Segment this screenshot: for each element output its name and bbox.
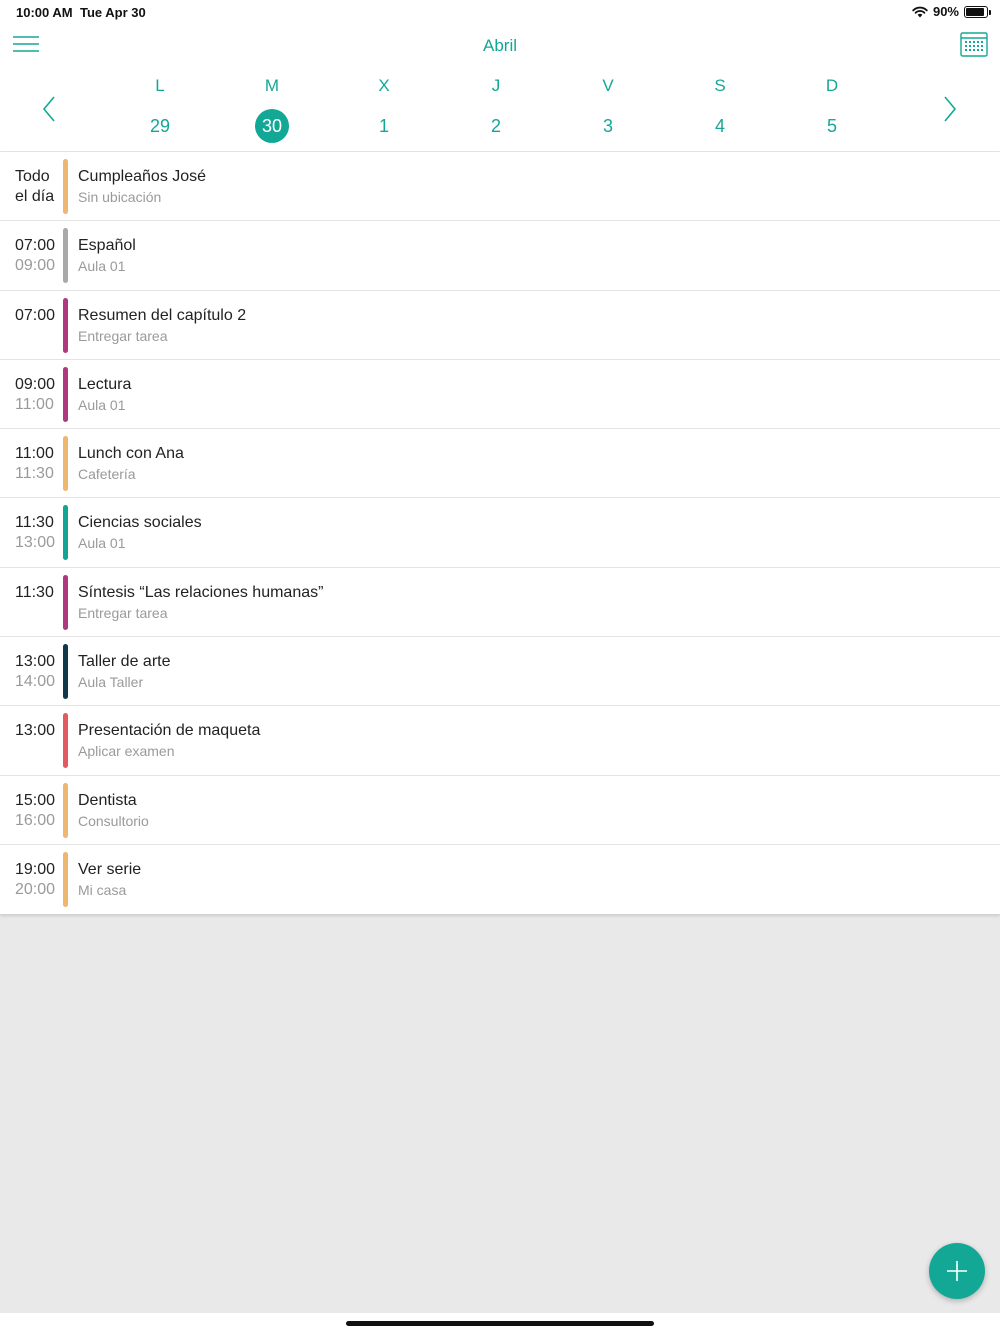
- day-number: 2: [490, 116, 501, 136]
- event-start-time: 11:00: [15, 445, 54, 463]
- event-subtitle: Entregar tarea: [78, 604, 168, 621]
- event-color-bar: [63, 297, 68, 353]
- event-start-time: 07:00: [15, 237, 56, 255]
- plus-icon: [947, 1261, 967, 1281]
- event-title: Dentista: [78, 791, 137, 809]
- event-color-bar: [63, 644, 68, 700]
- day-letter: S: [714, 76, 726, 95]
- event-color-bar: [63, 159, 68, 214]
- event-color-bar: [63, 436, 68, 492]
- event-row[interactable]: 09:00 11:00 Lectura Aula 01: [0, 360, 1000, 430]
- event-title: Ver serie: [78, 860, 142, 878]
- day-number: 4: [714, 116, 725, 136]
- event-row[interactable]: 11:00 11:30 Lunch con Ana Cafetería: [0, 429, 1000, 499]
- event-subtitle: Entregar tarea: [78, 327, 168, 344]
- event-start-time: 15:00: [15, 791, 56, 809]
- add-event-button[interactable]: [929, 1243, 985, 1299]
- event-subtitle: Aula Taller: [78, 674, 144, 691]
- event-start-time: 07:00: [15, 306, 56, 324]
- event-row[interactable]: Todo el día Cumpleaños José Sin ubicación: [0, 152, 1000, 222]
- event-title: Presentación de maqueta: [78, 722, 261, 740]
- top-area: 10:00 AM Tue Apr 30 90% Abril L 29 M 30 …: [0, 0, 1000, 152]
- event-end-time: 13:00: [15, 534, 56, 552]
- event-row[interactable]: 13:00 14:00 Taller de arte Aula Taller: [0, 637, 1000, 707]
- event-start-time: 09:00: [15, 375, 56, 393]
- day-letter: M: [264, 76, 280, 95]
- day-number-selected: 30: [255, 109, 289, 143]
- status-bar: 10:00 AM Tue Apr 30 90%: [0, 0, 1000, 24]
- event-color-bar: [63, 713, 68, 769]
- event-title: Taller de arte: [78, 653, 171, 671]
- battery-icon: [964, 5, 991, 18]
- day-number: 29: [149, 116, 171, 136]
- event-list: Todo el día Cumpleaños José Sin ubicación 07…: [0, 152, 1000, 915]
- event-start-time: 13:00: [15, 722, 56, 740]
- event-row[interactable]: 13:00 Presentación de maqueta Aplicar exam…: [0, 706, 1000, 776]
- event-row[interactable]: 07:00 09:00 Español Aula 01: [0, 221, 1000, 291]
- day-number: 1: [378, 116, 389, 136]
- battery-percent: 90%: [932, 4, 959, 19]
- day-letter: J: [491, 76, 501, 95]
- event-subtitle: Aula 01: [78, 535, 126, 552]
- event-start-time: Todo: [15, 168, 50, 185]
- event-color-bar: [63, 228, 68, 284]
- event-title: Cumpleaños José: [78, 168, 207, 185]
- day-letter: V: [602, 76, 614, 95]
- wifi-icon: [912, 6, 928, 17]
- event-title: Resumen del capítulo 2: [78, 306, 247, 324]
- day-letter: D: [825, 76, 839, 95]
- battery-tip: [989, 9, 991, 15]
- event-subtitle: Cafetería: [78, 466, 136, 483]
- event-subtitle: Aula 01: [78, 396, 126, 413]
- event-end-time: 09:00: [15, 257, 56, 275]
- event-row[interactable]: 11:30 Síntesis “Las relaciones humanas” En…: [0, 568, 1000, 638]
- event-color-bar: [63, 851, 68, 907]
- day-letter: X: [378, 76, 390, 95]
- event-start-time: 19:00: [15, 860, 56, 878]
- event-end-time: 16:00: [15, 811, 56, 829]
- event-start-time: 13:00: [15, 653, 56, 671]
- status-indicators: 90%: [912, 4, 991, 19]
- day-number: 3: [602, 116, 613, 136]
- event-subtitle: Consultorio: [78, 812, 149, 829]
- month-title: Abril: [482, 36, 517, 55]
- chevron-left-icon[interactable]: [38, 92, 62, 126]
- event-color-bar: [63, 505, 68, 561]
- event-title: Lunch con Ana: [78, 445, 184, 463]
- event-subtitle: Aplicar examen: [78, 743, 175, 760]
- event-color-bar: [63, 782, 68, 838]
- event-row[interactable]: 15:00 16:00 Dentista Consultorio: [0, 776, 1000, 845]
- calendar-grid-icon[interactable]: [960, 31, 988, 57]
- event-row[interactable]: 11:30 13:00 Ciencias sociales Aula 01: [0, 498, 1000, 568]
- event-end-time: 11:00: [15, 395, 54, 413]
- status-date: Tue Apr 30: [80, 5, 146, 20]
- chevron-right-icon[interactable]: [937, 92, 961, 126]
- event-color-bar: [63, 574, 68, 630]
- event-color-bar: [63, 366, 68, 422]
- event-row[interactable]: 07:00 Resumen del capítulo 2 Entregar tare…: [0, 291, 1000, 360]
- event-start-time: 11:30: [15, 514, 54, 532]
- home-indicator[interactable]: [346, 1321, 654, 1326]
- event-title: Lectura: [78, 375, 132, 393]
- event-end-time: 11:30: [15, 465, 54, 483]
- event-end-time: 14:00: [15, 673, 56, 691]
- day-letter: L: [155, 76, 165, 95]
- battery-level: [966, 7, 984, 16]
- event-subtitle: Mi casa: [78, 881, 127, 898]
- event-title: Ciencias sociales: [78, 514, 202, 532]
- day-number: 5: [826, 116, 837, 136]
- event-subtitle: Aula 01: [78, 258, 126, 275]
- event-title: Síntesis “Las relaciones humanas”: [78, 583, 324, 601]
- event-start-time: 11:30: [15, 583, 54, 601]
- event-title: Español: [78, 237, 136, 255]
- status-time: 10:00 AM: [16, 5, 73, 20]
- event-row[interactable]: 19:00 20:00 Ver serie Mi casa: [0, 845, 1000, 914]
- event-end-time: el día: [15, 188, 55, 205]
- event-end-time: 20:00: [15, 880, 56, 898]
- event-subtitle: Sin ubicación: [78, 189, 162, 205]
